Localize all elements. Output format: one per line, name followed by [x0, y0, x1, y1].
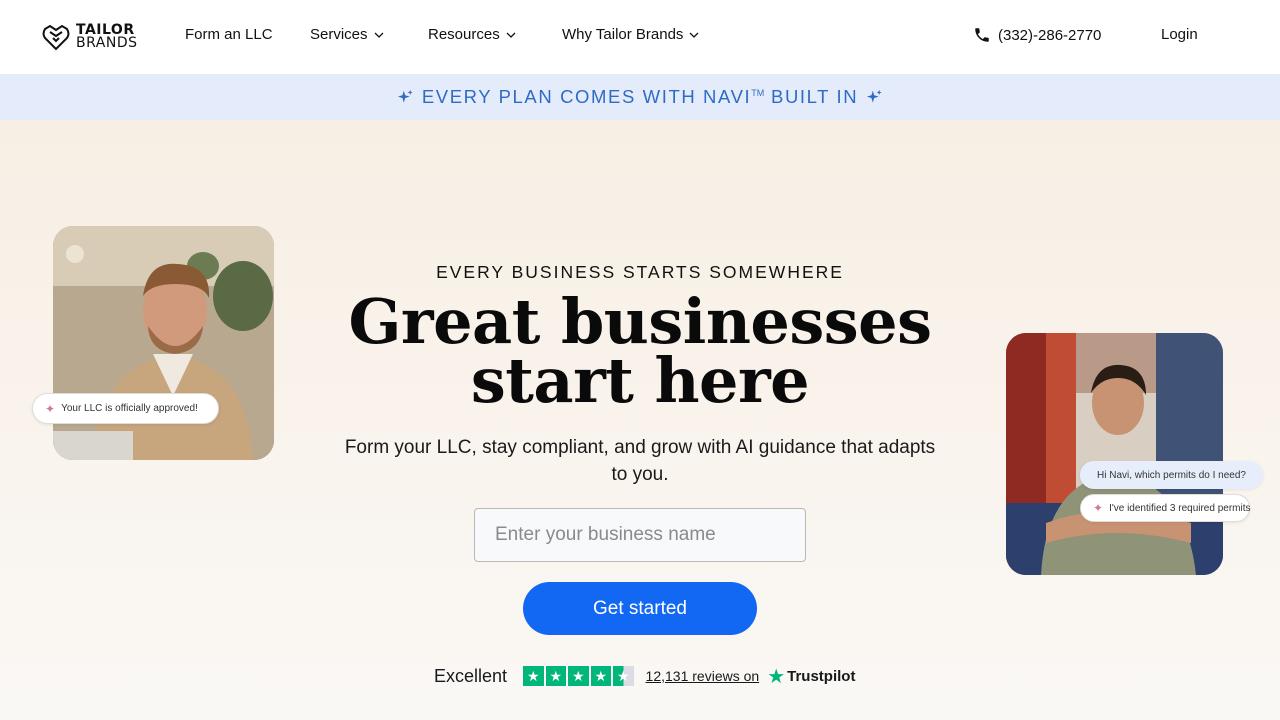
hero-eyebrow: EVERY BUSINESS STARTS SOMEWHERE [436, 262, 844, 282]
star-icon: ★ [590, 666, 612, 686]
trustpilot-stars: ★ ★ ★ ★ ★ [523, 666, 634, 686]
trustpilot-logo: ★ Trustpilot [767, 664, 855, 689]
headline-line-1: Great businesses [348, 285, 932, 358]
navi-question-text: Hi Navi, which permits do I need? [1097, 469, 1246, 481]
banner-text-end: BUILT IN [771, 86, 859, 107]
chevron-down-icon [506, 32, 516, 38]
rating-text: Excellent [434, 665, 508, 686]
nav-form-llc[interactable]: Form an LLC [185, 26, 273, 43]
star-icon: ★ [545, 666, 567, 686]
chevron-down-icon [374, 32, 383, 38]
headline-line-2: start here [470, 344, 810, 417]
get-started-button[interactable]: Get started [523, 582, 757, 635]
star-icon: ★ [523, 666, 544, 686]
business-name-input[interactable] [474, 508, 806, 562]
reviews-link[interactable]: 12,131 reviews on [646, 668, 760, 684]
login-link[interactable]: Login [1161, 26, 1198, 43]
hero-headline: Great businesses start here [0, 285, 1280, 417]
nav-form-llc-label: Form an LLC [185, 26, 273, 43]
star-icon: ★ [568, 666, 589, 686]
phone-icon [975, 28, 989, 42]
tailor-brands-logo-icon [42, 24, 70, 51]
nav-resources-label: Resources [428, 26, 500, 43]
sparkle-icon: ✦ [1093, 501, 1104, 515]
site-header: TAILOR BRANDS Form an LLC Services Resou… [0, 0, 1280, 74]
navi-answer-chip: ✦ I've identified 3 required permits [1080, 494, 1251, 522]
banner-text: EVERY PLAN COMES WITH NAVITM BUILT IN [422, 86, 858, 108]
phone-link[interactable]: (332)-286-2770 [973, 26, 1101, 44]
half-star-icon: ★ [613, 666, 634, 686]
banner-text-main: EVERY PLAN COMES WITH NAVI [421, 86, 752, 107]
navi-banner[interactable]: EVERY PLAN COMES WITH NAVITM BUILT IN [0, 74, 1280, 120]
hero-subheading: Form your LLC, stay compliant, and grow … [344, 437, 936, 485]
chevron-down-icon [689, 32, 699, 38]
sparkle-icon [397, 89, 413, 103]
nav-why-label: Why Tailor Brands [562, 26, 684, 43]
phone-number: (332)-286-2770 [998, 26, 1102, 44]
nav-services-label: Services [310, 26, 368, 43]
navi-question-chip: Hi Navi, which permits do I need? [1080, 461, 1263, 489]
logo-wordmark: TAILOR BRANDS [76, 23, 138, 51]
hero-section: ✦ Your LLC is officially approved! Hi Na… [0, 120, 1280, 720]
trustpilot-rating[interactable]: Excellent ★ ★ ★ ★ ★ 12,131 reviews on ★ … [434, 664, 855, 689]
trustpilot-brand: Trustpilot [787, 667, 856, 685]
sparkle-icon [867, 89, 882, 103]
logo[interactable]: TAILOR BRANDS [42, 22, 142, 52]
logo-line-2: BRANDS [76, 35, 138, 51]
banner-tm: TM [751, 87, 765, 98]
nav-services[interactable]: Services [310, 26, 384, 43]
trustpilot-star-icon: ★ [767, 665, 786, 688]
nav-resources[interactable]: Resources [428, 26, 516, 43]
navi-answer-text: I've identified 3 required permits [1109, 502, 1251, 514]
nav-why-tailor-brands[interactable]: Why Tailor Brands [562, 26, 699, 43]
